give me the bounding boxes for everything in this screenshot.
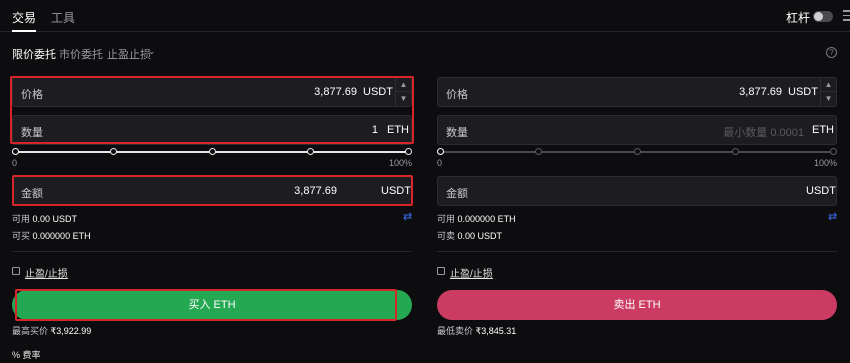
sell-price-stepper[interactable]: ▲ ▼ [820, 78, 836, 106]
sell-max-label: 可卖 [437, 231, 456, 241]
fee-label: 费率 [22, 350, 41, 360]
chevron-up-icon[interactable]: ▲ [821, 78, 836, 92]
fee-rate[interactable]: % 费率 [12, 348, 41, 361]
sell-amount-label: 金额 [446, 188, 468, 200]
buy-price-note-value: ₹3,922.99 [50, 326, 92, 336]
slider-stop-50[interactable] [634, 148, 641, 155]
buy-tpsl-label[interactable]: 止盈/止损 [25, 265, 68, 280]
top-bar: 交易 工具 杠杆 [0, 0, 850, 32]
sell-slider[interactable] [437, 146, 837, 158]
sell-available: 可用 0.000000 ETH [437, 212, 516, 225]
sell-max-value: 0.00 USDT [457, 231, 503, 241]
price-quantity-highlight [10, 76, 414, 144]
buy-max-value: 0.000000 ETH [32, 231, 91, 241]
divider [437, 251, 837, 252]
sell-price-field[interactable]: 价格 3,877.69 USDT ▲ ▼ [437, 77, 837, 107]
percent-icon: % [12, 350, 21, 360]
sell-quantity-input[interactable]: 最小数量 0.0001 [723, 124, 804, 140]
buy-available-value: 0.00 USDT [32, 214, 78, 224]
sell-quantity-field[interactable]: 数量 最小数量 0.0001 ETH [437, 115, 837, 145]
sell-slider-max: 100% [814, 158, 838, 168]
order-tab-tpsl[interactable]: 止盈止损 [107, 46, 151, 62]
help-icon[interactable]: ? [826, 47, 837, 58]
chevron-down-icon[interactable]: ▼ [821, 92, 836, 106]
tab-tools[interactable]: 工具 [51, 9, 75, 26]
buy-tpsl-checkbox[interactable] [12, 267, 20, 275]
chevron-down-icon[interactable]: ⌄ [148, 46, 156, 57]
sell-quantity-label: 数量 [446, 127, 468, 139]
transfer-icon[interactable]: ⇄ [828, 210, 837, 223]
slider-stop-25[interactable] [110, 148, 117, 155]
slider-stop-0[interactable] [437, 148, 444, 155]
tab-trade[interactable]: 交易 [12, 9, 36, 26]
sell-tpsl-label[interactable]: 止盈/止损 [450, 265, 493, 280]
sell-available-label: 可用 [437, 214, 456, 224]
active-tab-indicator [12, 30, 36, 32]
slider-stop-50[interactable] [209, 148, 216, 155]
buy-price-note-label: 最高买价 [12, 326, 49, 336]
order-tab-limit[interactable]: 限价委托 [12, 46, 56, 62]
sell-price-input[interactable]: 3,877.69 [739, 86, 782, 98]
buy-slider[interactable] [12, 146, 412, 158]
sell-tpsl-checkbox[interactable] [437, 267, 445, 275]
sell-amount-unit: USDT [806, 185, 836, 197]
sell-button[interactable]: 卖出 ETH [437, 290, 837, 320]
buy-price-note: 最高买价 ₹3,922.99 [12, 324, 91, 337]
slider-stop-75[interactable] [307, 148, 314, 155]
sell-price-note: 最低卖价 ₹3,845.31 [437, 324, 516, 337]
buy-available-label: 可用 [12, 214, 31, 224]
buy-max-label: 可买 [12, 231, 31, 241]
slider-stop-25[interactable] [535, 148, 542, 155]
sell-quantity-unit: ETH [812, 124, 834, 136]
buy-slider-max: 100% [389, 158, 413, 168]
leverage-toggle[interactable] [813, 11, 833, 22]
order-tab-market[interactable]: 市价委托 [59, 46, 103, 62]
sell-slider-min: 0 [437, 158, 443, 168]
sell-available-value: 0.000000 ETH [457, 214, 516, 224]
sell-max: 可卖 0.00 USDT [437, 229, 502, 242]
slider-stop-0[interactable] [12, 148, 19, 155]
divider [12, 251, 412, 252]
sell-price-unit: USDT [788, 86, 818, 98]
leverage-label: 杠杆 [786, 11, 811, 25]
buy-slider-min: 0 [12, 158, 18, 168]
slider-stop-100[interactable] [830, 148, 837, 155]
buy-available: 可用 0.00 USDT [12, 212, 77, 225]
transfer-icon[interactable]: ⇄ [403, 210, 412, 223]
slider-stop-75[interactable] [732, 148, 739, 155]
buy-max: 可买 0.000000 ETH [12, 229, 91, 242]
sell-price-label: 价格 [446, 89, 468, 101]
sell-price-note-label: 最低卖价 [437, 326, 474, 336]
buy-button-highlight [15, 289, 397, 321]
menu-icon[interactable] [843, 10, 850, 22]
slider-stop-100[interactable] [405, 148, 412, 155]
sell-amount-field[interactable]: 金额 USDT [437, 176, 837, 206]
amount-highlight [12, 175, 413, 206]
sell-price-note-value: ₹3,845.31 [475, 326, 517, 336]
